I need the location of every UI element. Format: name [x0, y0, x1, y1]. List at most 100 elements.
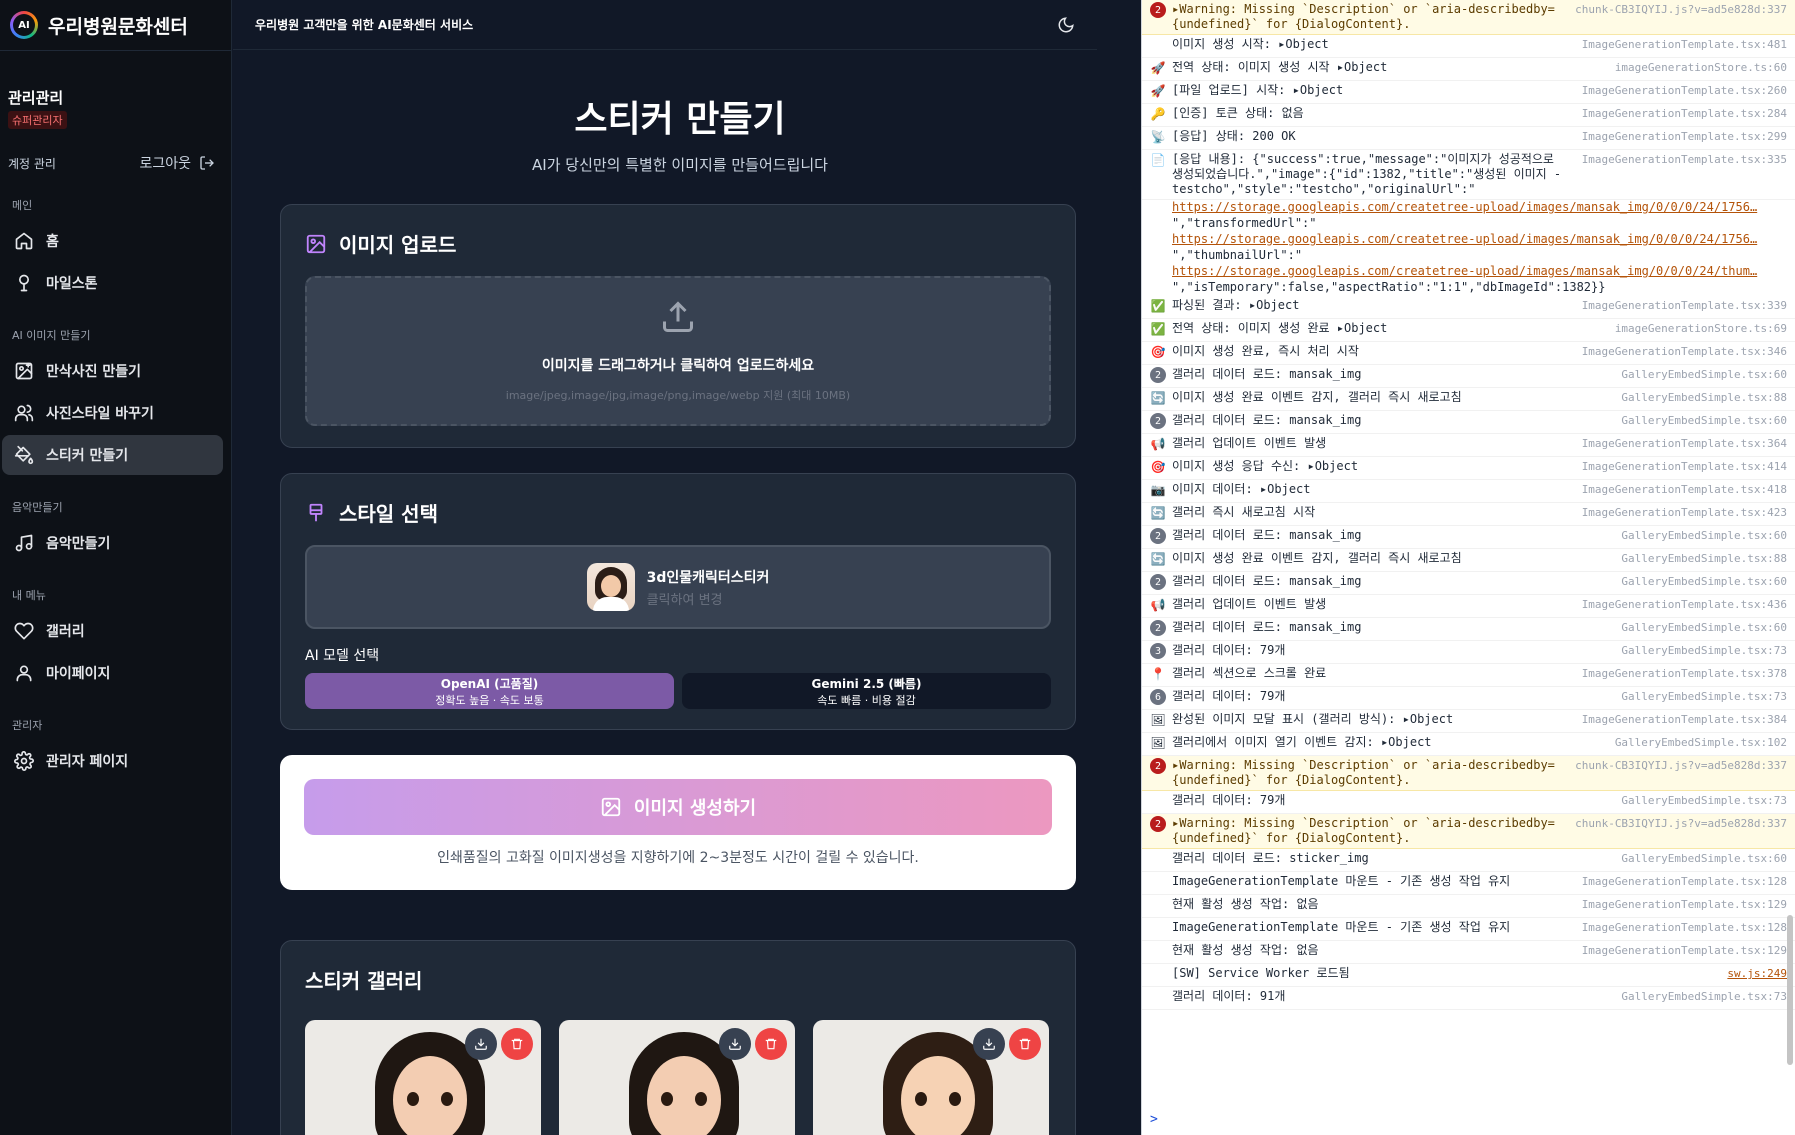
console-log-entry[interactable]: ✅ 파싱된 결과: ▸Object ImageGenerationTemplate.… — [1142, 296, 1795, 319]
log-message[interactable]: https://storage.googleapis.com/createtre… — [1172, 200, 1757, 216]
console-log-entry[interactable]: ","thumbnailUrl":" — [1142, 248, 1795, 264]
log-source-link[interactable]: ImageGenerationTemplate.tsx:260 — [1582, 83, 1787, 98]
sidebar-item[interactable]: 스티커 만들기 — [2, 435, 223, 475]
console-log-entry[interactable]: 이미지 생성 시작: ▸Object ImageGenerationTemplat… — [1142, 35, 1795, 58]
log-source-link[interactable]: chunk-CB3IQYIJ.js?v=ad5e828d:337 — [1575, 2, 1787, 17]
console-log-entry[interactable]: 🚀 [파일 업로드] 시작: ▸Object ImageGenerationTemp… — [1142, 81, 1795, 104]
logout-button[interactable]: 로그아웃 — [139, 153, 215, 173]
log-source-link[interactable]: ImageGenerationTemplate.tsx:414 — [1582, 459, 1787, 474]
console-log-entry[interactable]: 6 갤러리 데이터: 79개 GalleryEmbedSimple.tsx:73 — [1142, 687, 1795, 710]
console-log-entry[interactable]: 현재 활성 생성 작업: 없음 ImageGenerationTemplate.t… — [1142, 941, 1795, 964]
console-log-entry[interactable]: 🎯 이미지 생성 완료, 즉시 처리 시작 ImageGenerationTempl… — [1142, 342, 1795, 365]
model-option-gemini[interactable]: Gemini 2.5 (빠름) 속도 빠름 · 비용 절감 — [682, 673, 1051, 709]
console-prompt[interactable]: > — [1150, 1112, 1158, 1127]
generate-button[interactable]: 이미지 생성하기 — [304, 779, 1052, 835]
log-source-link[interactable]: ImageGenerationTemplate.tsx:128 — [1582, 920, 1787, 935]
console-log-entry[interactable]: 🚀 전역 상태: 이미지 생성 시작 ▸Object imageGeneration… — [1142, 58, 1795, 81]
log-source-link[interactable]: chunk-CB3IQYIJ.js?v=ad5e828d:337 — [1575, 816, 1787, 831]
delete-button[interactable] — [501, 1028, 533, 1060]
log-source-link[interactable]: GalleryEmbedSimple.tsx:73 — [1621, 793, 1787, 808]
console-log-entry[interactable]: 갤러리 데이터 로드: sticker_img GalleryEmbedSimpl… — [1142, 849, 1795, 872]
gallery-item[interactable] — [813, 1020, 1049, 1135]
dark-mode-toggle-icon[interactable] — [1057, 16, 1075, 34]
log-source-link[interactable]: ImageGenerationTemplate.tsx:364 — [1582, 436, 1787, 451]
account-label[interactable]: 계정 관리 — [8, 155, 56, 172]
console-log-entry[interactable]: https://storage.googleapis.com/createtre… — [1142, 264, 1795, 280]
log-source-link[interactable]: sw.js:249 — [1727, 966, 1787, 981]
console-log-entry[interactable]: 현재 활성 생성 작업: 없음 ImageGenerationTemplate.t… — [1142, 895, 1795, 918]
console-log-entry[interactable]: 갤러리 데이터: 91개 GalleryEmbedSimple.tsx:73 — [1142, 987, 1795, 1010]
console-log-entry[interactable]: 2 갤러리 데이터 로드: mansak_img GalleryEmbedSimpl… — [1142, 411, 1795, 434]
console-log-entry[interactable]: 🔄 이미지 생성 완료 이벤트 감지, 갤러리 즉시 새로고침 GalleryEmb… — [1142, 549, 1795, 572]
log-source-link[interactable]: ImageGenerationTemplate.tsx:299 — [1582, 129, 1787, 144]
log-source-link[interactable]: ImageGenerationTemplate.tsx:423 — [1582, 505, 1787, 520]
model-option-openai[interactable]: OpenAI (고품질) 정확도 높음 · 속도 보통 — [305, 673, 674, 709]
console-log-entry[interactable]: https://storage.googleapis.com/createtre… — [1142, 200, 1795, 216]
console-log-entry[interactable]: ","transformedUrl":" — [1142, 216, 1795, 232]
console-log-entry[interactable]: 📍 갤러리 섹션으로 스크롤 완료 ImageGenerationTemplate.… — [1142, 664, 1795, 687]
log-source-link[interactable]: GalleryEmbedSimple.tsx:73 — [1621, 643, 1787, 658]
console-log-entry[interactable]: ImageGenerationTemplate 마운트 - 기존 생성 작업 유… — [1142, 918, 1795, 941]
sidebar-item[interactable]: 음악만들기 — [2, 523, 223, 563]
log-source-link[interactable]: GalleryEmbedSimple.tsx:102 — [1615, 735, 1787, 750]
upload-dropzone[interactable]: 이미지를 드래그하거나 클릭하여 업로드하세요 image/jpeg,image… — [305, 276, 1051, 426]
log-source-link[interactable]: GalleryEmbedSimple.tsx:60 — [1621, 620, 1787, 635]
log-source-link[interactable]: ImageGenerationTemplate.tsx:284 — [1582, 106, 1787, 121]
log-source-link[interactable]: ImageGenerationTemplate.tsx:129 — [1582, 943, 1787, 958]
console-log-entry[interactable]: 2 갤러리 데이터 로드: mansak_img GalleryEmbedSimpl… — [1142, 365, 1795, 388]
log-source-link[interactable]: GalleryEmbedSimple.tsx:73 — [1621, 689, 1787, 704]
download-button[interactable] — [465, 1028, 497, 1060]
log-source-link[interactable]: ImageGenerationTemplate.tsx:384 — [1582, 712, 1787, 727]
console-log-entry[interactable]: 🔄 이미지 생성 완료 이벤트 감지, 갤러리 즉시 새로고침 GalleryEmb… — [1142, 388, 1795, 411]
download-button[interactable] — [719, 1028, 751, 1060]
log-source-link[interactable]: ImageGenerationTemplate.tsx:339 — [1582, 298, 1787, 313]
console-log-entry[interactable]: 2 갤러리 데이터 로드: mansak_img GalleryEmbedSimpl… — [1142, 572, 1795, 595]
log-source-link[interactable]: GalleryEmbedSimple.tsx:73 — [1621, 989, 1787, 1004]
log-source-link[interactable]: ImageGenerationTemplate.tsx:128 — [1582, 874, 1787, 889]
sidebar-item[interactable]: 갤러리 — [2, 611, 223, 651]
console-log-entry[interactable]: ImageGenerationTemplate 마운트 - 기존 생성 작업 유… — [1142, 872, 1795, 895]
log-source-link[interactable]: GalleryEmbedSimple.tsx:60 — [1621, 528, 1787, 543]
log-source-link[interactable]: imageGenerationStore.ts:60 — [1615, 60, 1787, 75]
log-source-link[interactable]: ImageGenerationTemplate.tsx:378 — [1582, 666, 1787, 681]
console-log-entry[interactable]: ","isTemporary":false,"aspectRatio":"1:1… — [1142, 280, 1795, 296]
console-log-entry[interactable]: 📡 [응답] 상태: 200 OK ImageGenerationTemplate.… — [1142, 127, 1795, 150]
style-selector[interactable]: 3d인물캐릭터스티커 클릭하여 변경 — [305, 545, 1051, 629]
console-log-entry[interactable]: ✅ 전역 상태: 이미지 생성 완료 ▸Object imageGeneration… — [1142, 319, 1795, 342]
gallery-item[interactable] — [305, 1020, 541, 1135]
console-log-entry[interactable]: 📷 이미지 데이터: ▸Object ImageGenerationTemplate… — [1142, 480, 1795, 503]
log-message[interactable]: https://storage.googleapis.com/createtre… — [1172, 264, 1757, 280]
gallery-item[interactable] — [559, 1020, 795, 1135]
sidebar-item[interactable]: 마이페이지 — [2, 653, 223, 693]
log-source-link[interactable]: imageGenerationStore.ts:69 — [1615, 321, 1787, 336]
console-log-entry[interactable]: 2 갤러리 데이터 로드: mansak_img GalleryEmbedSimpl… — [1142, 618, 1795, 641]
console-log-entry[interactable]: https://storage.googleapis.com/createtre… — [1142, 232, 1795, 248]
console-warning[interactable]: 2 ▸Warning: Missing `Description` or `ari… — [1142, 0, 1795, 35]
log-source-link[interactable]: ImageGenerationTemplate.tsx:481 — [1582, 37, 1787, 52]
console-log-entry[interactable]: [SW] Service Worker 로드됨 sw.js:249 — [1142, 964, 1795, 987]
brand[interactable]: AI 우리병원문화센터 — [0, 0, 231, 50]
log-source-link[interactable]: ImageGenerationTemplate.tsx:418 — [1582, 482, 1787, 497]
delete-button[interactable] — [755, 1028, 787, 1060]
console-log-entry[interactable]: 🔄 갤러리 즉시 새로고침 시작 ImageGenerationTemplate.t… — [1142, 503, 1795, 526]
log-source-link[interactable]: ImageGenerationTemplate.tsx:129 — [1582, 897, 1787, 912]
console-log-entry[interactable]: 🔑 [인증] 토큰 상태: 없음 ImageGenerationTemplate.t… — [1142, 104, 1795, 127]
console-log-entry[interactable]: 📢 갤러리 업데이트 이벤트 발생 ImageGenerationTemplate.… — [1142, 595, 1795, 618]
console-warning[interactable]: 2 ▸Warning: Missing `Description` or `ari… — [1142, 756, 1795, 791]
console-log-entry[interactable]: 2 갤러리 데이터 로드: mansak_img GalleryEmbedSimpl… — [1142, 526, 1795, 549]
log-source-link[interactable]: GalleryEmbedSimple.tsx:60 — [1621, 413, 1787, 428]
delete-button[interactable] — [1009, 1028, 1041, 1060]
log-source-link[interactable]: GalleryEmbedSimple.tsx:60 — [1621, 367, 1787, 382]
console-log-entry[interactable]: 갤러리 데이터: 79개 GalleryEmbedSimple.tsx:73 — [1142, 791, 1795, 814]
sidebar-item[interactable]: 관리자 페이지 — [2, 741, 223, 781]
log-source-link[interactable]: GalleryEmbedSimple.tsx:60 — [1621, 851, 1787, 866]
log-source-link[interactable]: ImageGenerationTemplate.tsx:335 — [1582, 152, 1787, 167]
console-scrollbar[interactable] — [1787, 915, 1793, 1065]
log-message[interactable]: https://storage.googleapis.com/createtre… — [1172, 232, 1757, 248]
console-log-entry[interactable]: 🎯 이미지 생성 응답 수신: ▸Object ImageGenerationTem… — [1142, 457, 1795, 480]
console-log-entry[interactable]: 🖼 갤러리에서 이미지 열기 이벤트 감지: ▸Object GalleryEmbe… — [1142, 733, 1795, 756]
console-log-entry[interactable]: 📄 [응답 내용]: {"success":true,"message":"이미지… — [1142, 150, 1795, 200]
console-log-entry[interactable]: 3 갤러리 데이터: 79개 GalleryEmbedSimple.tsx:73 — [1142, 641, 1795, 664]
log-source-link[interactable]: ImageGenerationTemplate.tsx:346 — [1582, 344, 1787, 359]
console-log-entry[interactable]: 🖼 완성된 이미지 모달 표시 (갤러리 방식): ▸Object ImageGen… — [1142, 710, 1795, 733]
